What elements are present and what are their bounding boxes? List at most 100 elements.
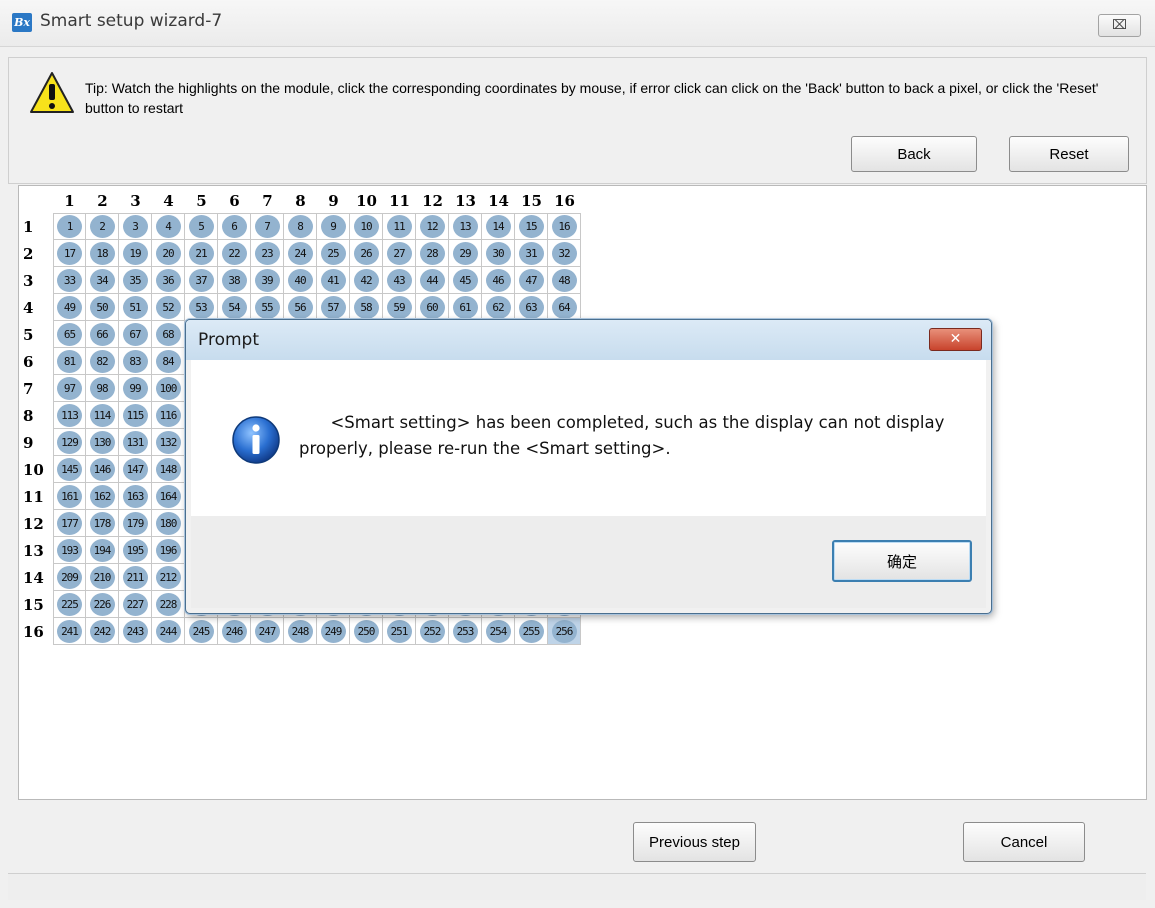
grid-cell[interactable]: 177 — [53, 510, 86, 537]
grid-cell[interactable]: 51 — [119, 294, 152, 321]
grid-cell[interactable]: 19 — [119, 240, 152, 267]
grid-cell[interactable]: 28 — [416, 240, 449, 267]
grid-cell[interactable]: 113 — [53, 402, 86, 429]
grid-cell[interactable]: 57 — [317, 294, 350, 321]
grid-cell[interactable]: 22 — [218, 240, 251, 267]
grid-cell[interactable]: 14 — [482, 213, 515, 240]
grid-cell[interactable]: 11 — [383, 213, 416, 240]
grid-cell[interactable]: 130 — [86, 429, 119, 456]
grid-cell[interactable]: 148 — [152, 456, 185, 483]
grid-cell[interactable]: 252 — [416, 618, 449, 645]
grid-cell[interactable]: 42 — [350, 267, 383, 294]
grid-cell[interactable]: 256 — [548, 618, 581, 645]
grid-cell[interactable]: 178 — [86, 510, 119, 537]
grid-cell[interactable]: 209 — [53, 564, 86, 591]
grid-cell[interactable]: 56 — [284, 294, 317, 321]
grid-cell[interactable]: 25 — [317, 240, 350, 267]
grid-cell[interactable]: 68 — [152, 321, 185, 348]
grid-cell[interactable]: 179 — [119, 510, 152, 537]
grid-cell[interactable]: 228 — [152, 591, 185, 618]
grid-cell[interactable]: 100 — [152, 375, 185, 402]
grid-cell[interactable]: 16 — [548, 213, 581, 240]
grid-cell[interactable]: 48 — [548, 267, 581, 294]
grid-cell[interactable]: 46 — [482, 267, 515, 294]
grid-cell[interactable]: 116 — [152, 402, 185, 429]
grid-cell[interactable]: 212 — [152, 564, 185, 591]
grid-cell[interactable]: 164 — [152, 483, 185, 510]
grid-cell[interactable]: 23 — [251, 240, 284, 267]
grid-cell[interactable]: 32 — [548, 240, 581, 267]
grid-cell[interactable]: 40 — [284, 267, 317, 294]
grid-cell[interactable]: 53 — [185, 294, 218, 321]
grid-cell[interactable]: 33 — [53, 267, 86, 294]
grid-cell[interactable]: 163 — [119, 483, 152, 510]
grid-cell[interactable]: 43 — [383, 267, 416, 294]
grid-cell[interactable]: 18 — [86, 240, 119, 267]
grid-cell[interactable]: 5 — [185, 213, 218, 240]
grid-cell[interactable]: 132 — [152, 429, 185, 456]
grid-cell[interactable]: 244 — [152, 618, 185, 645]
grid-cell[interactable]: 8 — [284, 213, 317, 240]
grid-cell[interactable]: 131 — [119, 429, 152, 456]
grid-cell[interactable]: 245 — [185, 618, 218, 645]
grid-cell[interactable]: 254 — [482, 618, 515, 645]
grid-cell[interactable]: 84 — [152, 348, 185, 375]
grid-cell[interactable]: 34 — [86, 267, 119, 294]
grid-cell[interactable]: 210 — [86, 564, 119, 591]
grid-cell[interactable]: 255 — [515, 618, 548, 645]
grid-cell[interactable]: 81 — [53, 348, 86, 375]
grid-cell[interactable]: 194 — [86, 537, 119, 564]
grid-cell[interactable]: 226 — [86, 591, 119, 618]
grid-cell[interactable]: 59 — [383, 294, 416, 321]
grid-cell[interactable]: 6 — [218, 213, 251, 240]
grid-cell[interactable]: 146 — [86, 456, 119, 483]
grid-cell[interactable]: 147 — [119, 456, 152, 483]
grid-cell[interactable]: 49 — [53, 294, 86, 321]
grid-cell[interactable]: 41 — [317, 267, 350, 294]
grid-cell[interactable]: 52 — [152, 294, 185, 321]
grid-cell[interactable]: 129 — [53, 429, 86, 456]
cancel-button[interactable]: Cancel — [963, 822, 1085, 862]
grid-cell[interactable]: 63 — [515, 294, 548, 321]
grid-cell[interactable]: 3 — [119, 213, 152, 240]
grid-cell[interactable]: 247 — [251, 618, 284, 645]
grid-cell[interactable]: 249 — [317, 618, 350, 645]
grid-cell[interactable]: 4 — [152, 213, 185, 240]
grid-cell[interactable]: 10 — [350, 213, 383, 240]
grid-cell[interactable]: 31 — [515, 240, 548, 267]
grid-cell[interactable]: 180 — [152, 510, 185, 537]
grid-cell[interactable]: 12 — [416, 213, 449, 240]
grid-cell[interactable]: 227 — [119, 591, 152, 618]
grid-cell[interactable]: 241 — [53, 618, 86, 645]
grid-cell[interactable]: 251 — [383, 618, 416, 645]
grid-cell[interactable]: 20 — [152, 240, 185, 267]
grid-cell[interactable]: 114 — [86, 402, 119, 429]
grid-cell[interactable]: 58 — [350, 294, 383, 321]
grid-cell[interactable]: 246 — [218, 618, 251, 645]
grid-cell[interactable]: 38 — [218, 267, 251, 294]
grid-cell[interactable]: 17 — [53, 240, 86, 267]
grid-cell[interactable]: 21 — [185, 240, 218, 267]
grid-cell[interactable]: 211 — [119, 564, 152, 591]
grid-cell[interactable]: 44 — [416, 267, 449, 294]
grid-cell[interactable]: 115 — [119, 402, 152, 429]
grid-cell[interactable]: 60 — [416, 294, 449, 321]
grid-cell[interactable]: 47 — [515, 267, 548, 294]
grid-cell[interactable]: 30 — [482, 240, 515, 267]
previous-step-button[interactable]: Previous step — [633, 822, 756, 862]
grid-cell[interactable]: 66 — [86, 321, 119, 348]
grid-cell[interactable]: 98 — [86, 375, 119, 402]
grid-cell[interactable]: 15 — [515, 213, 548, 240]
grid-cell[interactable]: 162 — [86, 483, 119, 510]
grid-cell[interactable]: 62 — [482, 294, 515, 321]
grid-cell[interactable]: 9 — [317, 213, 350, 240]
grid-cell[interactable]: 50 — [86, 294, 119, 321]
grid-cell[interactable]: 145 — [53, 456, 86, 483]
prompt-close-button[interactable]: ✕ — [929, 328, 982, 351]
grid-cell[interactable]: 2 — [86, 213, 119, 240]
grid-cell[interactable]: 253 — [449, 618, 482, 645]
grid-cell[interactable]: 67 — [119, 321, 152, 348]
grid-cell[interactable]: 54 — [218, 294, 251, 321]
reset-button[interactable]: Reset — [1009, 136, 1129, 172]
grid-cell[interactable]: 196 — [152, 537, 185, 564]
